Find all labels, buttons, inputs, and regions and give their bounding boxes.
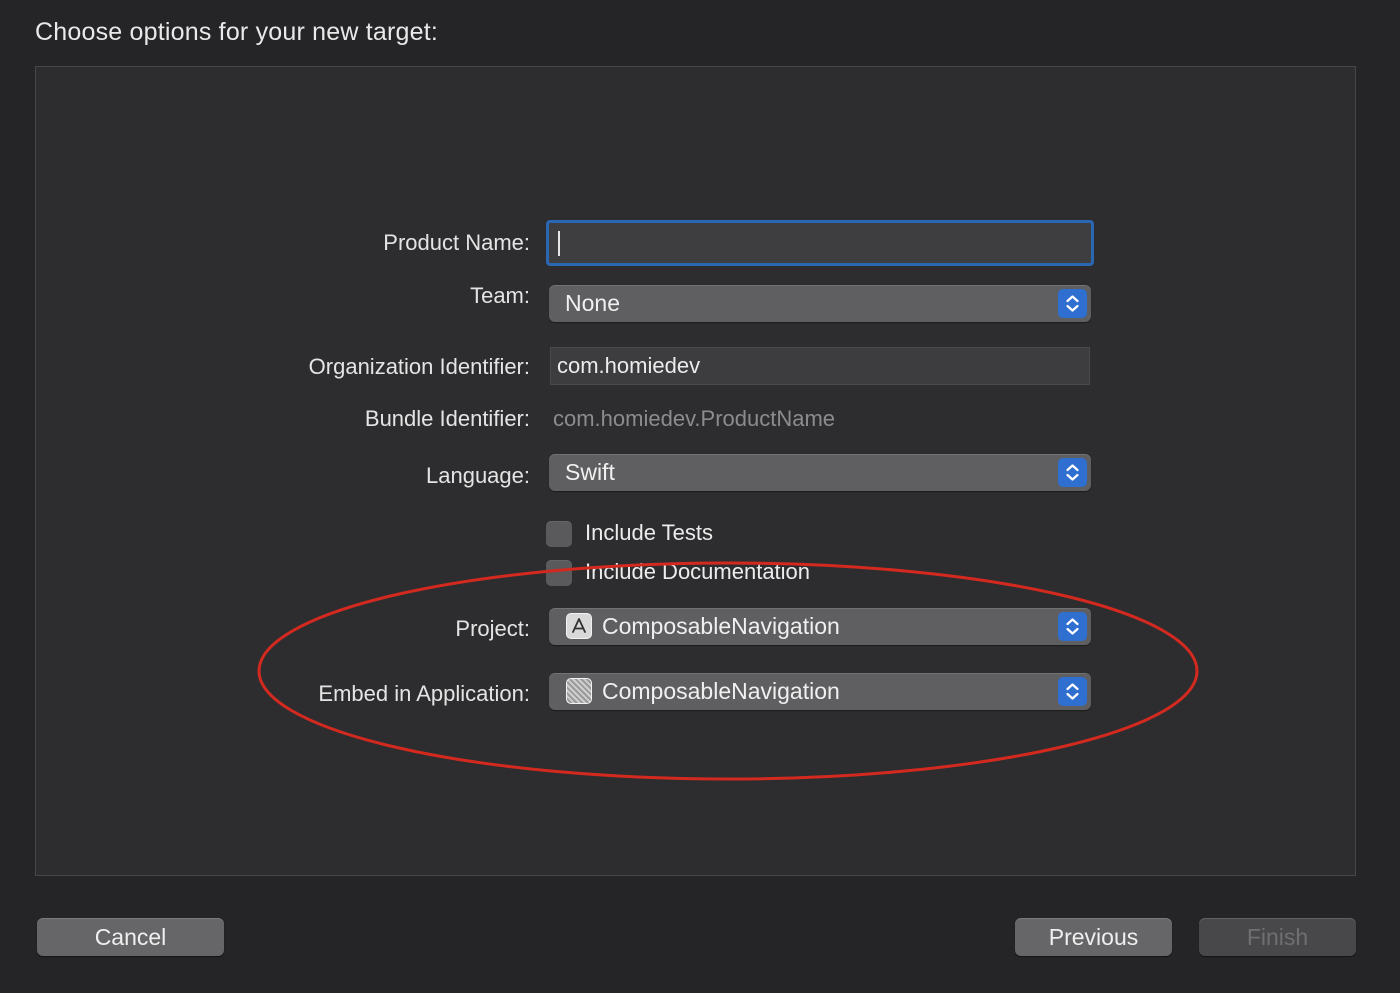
project-popup-value: ComposableNavigation <box>602 613 840 639</box>
team-popup-value: None <box>565 290 620 316</box>
include-documentation-label: Include Documentation <box>585 559 811 584</box>
new-target-options-dialog: Choose options for your new target: Prod… <box>0 0 1400 993</box>
product-name-input[interactable] <box>546 220 1094 266</box>
embed-in-application-popup-value: ComposableNavigation <box>602 678 840 704</box>
dialog-title: Choose options for your new target: <box>35 18 439 46</box>
up-down-chevron-icon <box>1058 612 1087 641</box>
embed-in-application-label: Embed in Application: <box>318 681 530 706</box>
cancel-button[interactable]: Cancel <box>37 918 224 956</box>
team-label: Team: <box>470 283 530 308</box>
up-down-chevron-icon <box>1058 677 1087 706</box>
up-down-chevron-icon <box>1058 289 1087 318</box>
organization-identifier-field[interactable]: com.homiedev <box>550 347 1090 385</box>
bundle-identifier-label: Bundle Identifier: <box>364 406 530 431</box>
text-caret <box>558 231 560 256</box>
project-label: Project: <box>455 616 530 641</box>
include-documentation-checkbox[interactable] <box>546 560 572 586</box>
team-popup[interactable]: None <box>549 285 1091 322</box>
organization-identifier-label: Organization Identifier: <box>308 354 530 379</box>
app-store-icon <box>566 613 592 639</box>
include-tests-label: Include Tests <box>585 520 714 545</box>
language-label: Language: <box>426 463 530 488</box>
bundle-identifier-value: com.homiedev.ProductName <box>553 406 836 431</box>
include-tests-checkbox[interactable] <box>546 521 572 547</box>
app-icon <box>566 678 592 704</box>
product-name-label: Product Name: <box>383 230 530 255</box>
project-popup[interactable]: ComposableNavigation <box>549 608 1091 645</box>
up-down-chevron-icon <box>1058 458 1087 487</box>
previous-button[interactable]: Previous <box>1015 918 1172 956</box>
language-popup-value: Swift <box>565 459 615 485</box>
embed-in-application-popup[interactable]: ComposableNavigation <box>549 673 1091 710</box>
language-popup[interactable]: Swift <box>549 454 1091 491</box>
finish-button[interactable]: Finish <box>1199 918 1356 956</box>
